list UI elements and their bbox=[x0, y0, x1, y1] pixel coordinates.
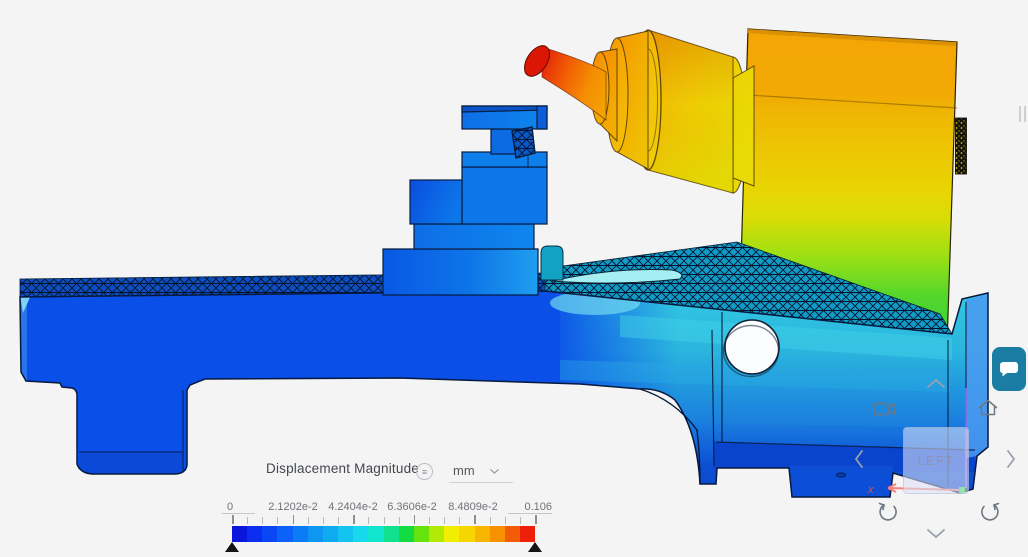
view-left-button[interactable] bbox=[852, 448, 866, 470]
colorbar-cell bbox=[262, 526, 278, 542]
viewer-window: x LEFT Displacement Magnitude ≡ mm 0 2.1… bbox=[0, 0, 1028, 557]
range-max-line bbox=[508, 513, 552, 514]
colorbar-cell bbox=[489, 526, 505, 542]
colorbar-cell bbox=[247, 526, 263, 542]
scale-tick bbox=[398, 517, 400, 524]
colorbar-cell bbox=[383, 526, 399, 542]
scale-tick bbox=[338, 517, 340, 524]
colorbar-cell bbox=[307, 526, 323, 542]
view-up-button[interactable] bbox=[924, 376, 948, 390]
colorbar-cell bbox=[353, 526, 369, 542]
colorbar-cell bbox=[504, 526, 520, 542]
scale-tick bbox=[519, 517, 521, 524]
colorbar-cell bbox=[338, 526, 354, 542]
view-down-button[interactable] bbox=[924, 526, 948, 540]
scale-tick bbox=[368, 517, 370, 524]
colorbar-cell bbox=[368, 526, 384, 542]
chevron-down-icon[interactable] bbox=[489, 468, 500, 475]
unit-select-underline bbox=[449, 482, 513, 483]
scale-tick bbox=[292, 515, 295, 524]
range-min-line bbox=[222, 513, 255, 514]
scale-tick bbox=[474, 515, 476, 524]
scale-label-1: 2.1202e-2 bbox=[268, 501, 318, 513]
bed-hole bbox=[724, 319, 780, 375]
chat-button[interactable] bbox=[992, 347, 1026, 391]
scale-tick bbox=[322, 517, 324, 524]
view-cube-face[interactable]: LEFT bbox=[903, 427, 969, 494]
scale-label-2: 4.2404e-2 bbox=[328, 501, 378, 513]
unit-select-value: mm bbox=[453, 463, 475, 478]
range-min-handle[interactable] bbox=[225, 542, 239, 552]
scale-tick bbox=[459, 517, 461, 524]
scale-tick bbox=[262, 517, 264, 524]
scale-tick bbox=[428, 517, 430, 524]
rotate-cw-icon[interactable] bbox=[976, 499, 1002, 523]
colorbar-cell bbox=[398, 526, 414, 542]
scale-tick bbox=[353, 515, 355, 524]
scale-label-3: 6.3606e-2 bbox=[387, 501, 437, 513]
scale-tick bbox=[383, 517, 385, 524]
scale-tick bbox=[535, 515, 537, 524]
scale-tick bbox=[504, 517, 506, 524]
colorbar-cell bbox=[292, 526, 308, 542]
legend-menu-button[interactable]: ≡ bbox=[416, 463, 433, 480]
scale-tick bbox=[307, 517, 309, 524]
scale-tick bbox=[489, 517, 491, 524]
scale-label-5: 0.106 bbox=[524, 501, 552, 513]
camera-icon[interactable] bbox=[872, 400, 898, 418]
scale-tick bbox=[247, 517, 249, 524]
result-legend: Displacement Magnitude ≡ mm 0 2.1202e-2 … bbox=[220, 450, 560, 557]
scale-tick bbox=[444, 517, 446, 524]
scale-tick bbox=[413, 515, 416, 524]
model-spindle-chuck bbox=[524, 29, 755, 194]
rotate-ccw-icon[interactable] bbox=[876, 499, 902, 523]
axis-x-label: x bbox=[867, 484, 874, 496]
colorbar-cell bbox=[232, 526, 248, 542]
colorbar bbox=[232, 526, 536, 542]
colorbar-cell bbox=[474, 526, 490, 542]
scale-tick bbox=[277, 517, 279, 524]
colorbar-cell bbox=[444, 526, 460, 542]
panel-resize-handle[interactable] bbox=[1016, 104, 1028, 124]
colorbar-cell bbox=[519, 526, 536, 542]
colorbar-cell bbox=[413, 526, 430, 542]
view-cube-face-label: LEFT bbox=[917, 453, 955, 468]
bed-tab bbox=[540, 245, 564, 281]
legend-title: Displacement Magnitude bbox=[266, 461, 419, 476]
home-icon[interactable] bbox=[976, 398, 1000, 418]
colorbar-cell bbox=[322, 526, 339, 542]
chat-bubble-icon bbox=[999, 362, 1018, 377]
unit-select[interactable]: mm bbox=[453, 463, 475, 478]
scale-label-0: 0 bbox=[227, 501, 234, 513]
scale-tick bbox=[232, 515, 234, 524]
scale-label-4: 8.4809e-2 bbox=[448, 501, 498, 513]
colorbar-cell bbox=[277, 526, 293, 542]
headstock-mesh-patch bbox=[955, 117, 967, 175]
model-tool-post bbox=[382, 105, 548, 296]
range-max-handle[interactable] bbox=[528, 542, 542, 552]
view-right-button[interactable] bbox=[1004, 448, 1018, 470]
colorbar-cell bbox=[429, 526, 445, 542]
colorbar-cell bbox=[459, 526, 475, 542]
